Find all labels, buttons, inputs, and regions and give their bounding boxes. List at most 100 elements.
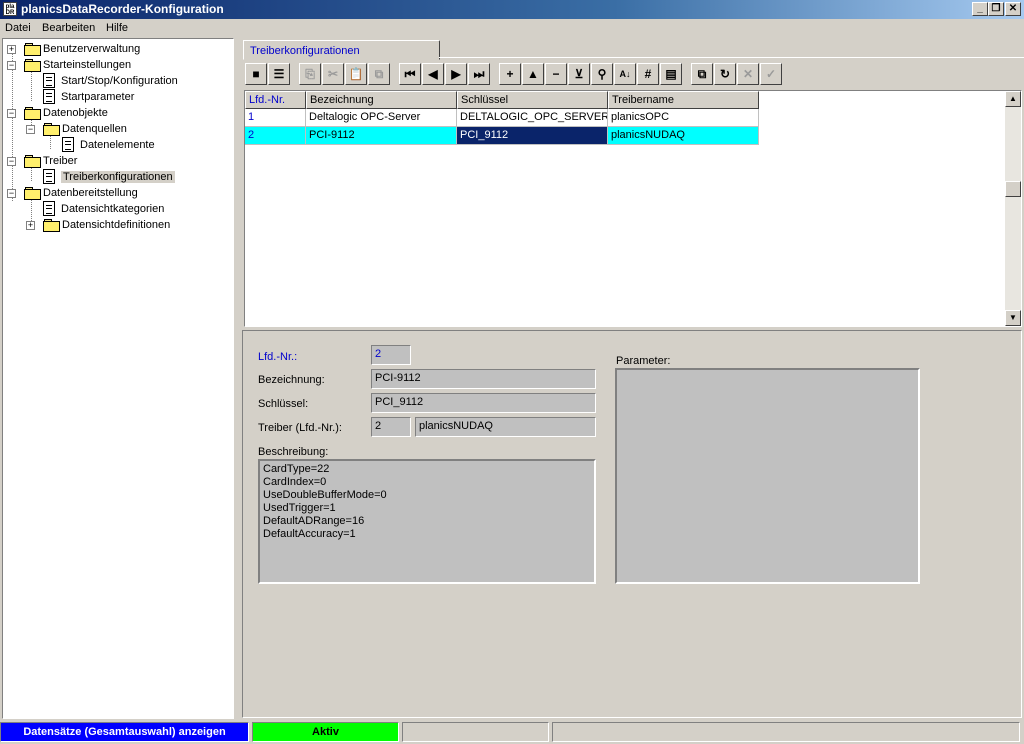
scroll-up-icon[interactable]: ▲ bbox=[1005, 91, 1021, 107]
detail-form: Lfd.-Nr.: 2 Bezeichnung: PCI-9112 Schlüs… bbox=[242, 330, 1022, 718]
cell-schluessel[interactable]: DELTALOGIC_OPC_SERVER bbox=[457, 109, 608, 127]
parameter-textarea[interactable] bbox=[615, 368, 920, 584]
document-icon bbox=[62, 137, 74, 152]
tree-item-label: Datenelemente bbox=[80, 139, 155, 151]
bezeichnung-label: Bezeichnung: bbox=[258, 374, 325, 386]
tree-item-label: Datenquellen bbox=[62, 123, 127, 135]
next-record-icon[interactable]: ▶ bbox=[445, 63, 467, 85]
sort-az-icon[interactable]: A↓ bbox=[614, 63, 636, 85]
open-folder-icon bbox=[24, 59, 41, 72]
beschreibung-label: Beschreibung: bbox=[258, 446, 329, 458]
folder-icon bbox=[24, 43, 41, 56]
open-folder-icon bbox=[24, 187, 41, 200]
tree-item-datenelemente[interactable]: Datenelemente bbox=[62, 137, 222, 153]
menu-datei[interactable]: Datei bbox=[5, 22, 31, 34]
content-area: Treiberkonfigurationen ■ ☰ ⎘ ✂ 📋 ⧉ ⏮ ◀ ▶… bbox=[240, 38, 1024, 719]
menu-bearbeiten[interactable]: Bearbeiten bbox=[42, 22, 95, 34]
tree-item-label: Treiberkonfigurationen bbox=[61, 171, 175, 183]
status-bar: Datensätze (Gesamtauswahl) anzeigen Akti… bbox=[0, 722, 1024, 744]
tree-item-treiber[interactable]: − Treiber bbox=[7, 153, 227, 169]
prev-record-icon[interactable]: ◀ bbox=[422, 63, 444, 85]
number-icon[interactable]: # bbox=[637, 63, 659, 85]
cell-lfd-nr[interactable]: 1 bbox=[245, 109, 306, 127]
menu-hilfe[interactable]: Hilfe bbox=[106, 22, 128, 34]
tree-item-start-stop-konfiguration[interactable]: Start/Stop/Konfiguration bbox=[43, 73, 223, 89]
open-folder-icon bbox=[24, 155, 41, 168]
first-record-icon[interactable]: ⏮ bbox=[399, 63, 421, 85]
app-icon[interactable]: pla DR bbox=[3, 2, 17, 16]
tree-item-treiberkonfigurationen[interactable]: Treiberkonfigurationen bbox=[43, 169, 223, 185]
tree-item-datensichtkategorien[interactable]: Datensichtkategorien bbox=[43, 201, 223, 217]
expand-icon[interactable]: + bbox=[7, 45, 16, 54]
copy-records-icon[interactable]: ⧉ bbox=[691, 63, 713, 85]
expand-icon[interactable]: + bbox=[26, 221, 35, 230]
column-header-bezeichnung[interactable]: Bezeichnung bbox=[306, 91, 457, 109]
collapse-icon[interactable]: − bbox=[26, 125, 35, 134]
tree-item-label: Start/Stop/Konfiguration bbox=[61, 75, 178, 87]
move-down-icon[interactable]: ⊻ bbox=[568, 63, 590, 85]
tab-divider bbox=[439, 57, 1024, 58]
tree-item-label: Startparameter bbox=[61, 91, 135, 103]
minimize-button[interactable]: _ bbox=[972, 2, 988, 16]
tree-item-startparameter[interactable]: Startparameter bbox=[43, 89, 223, 105]
column-header-lfd-nr[interactable]: Lfd.-Nr. bbox=[245, 91, 306, 109]
grid-scrollbar[interactable]: ▲ ▼ bbox=[1005, 91, 1021, 326]
cell-treibername[interactable]: planicsOPC bbox=[608, 109, 759, 127]
cell-bezeichnung[interactable]: Deltalogic OPC-Server bbox=[306, 109, 457, 127]
tree-item-label: Datenobjekte bbox=[43, 107, 108, 119]
tree-item-datensichtdefinitionen[interactable]: + Datensichtdefinitionen bbox=[26, 217, 226, 233]
tree-connector bbox=[31, 69, 32, 101]
paste-special-icon[interactable]: ⧉ bbox=[368, 63, 390, 85]
column-header-treibername[interactable]: Treibername bbox=[608, 91, 759, 109]
cell-treibername[interactable]: planicsNUDAQ bbox=[608, 127, 759, 145]
show-records-status[interactable]: Datensätze (Gesamtauswahl) anzeigen bbox=[0, 722, 249, 742]
collapse-icon[interactable]: − bbox=[7, 157, 16, 166]
confirm-icon[interactable]: ✓ bbox=[760, 63, 782, 85]
treiber-label: Treiber (Lfd.-Nr.): bbox=[258, 422, 342, 434]
tree-item-benutzerverwaltung[interactable]: + Benutzerverwaltung bbox=[7, 41, 227, 57]
cell-bezeichnung[interactable]: PCI-9112 bbox=[306, 127, 457, 145]
cell-lfd-nr[interactable]: 2 bbox=[245, 127, 306, 145]
bezeichnung-field[interactable]: PCI-9112 bbox=[371, 369, 596, 389]
paste-icon[interactable]: 📋 bbox=[345, 63, 367, 85]
search-binoculars-icon[interactable]: ⚲ bbox=[591, 63, 613, 85]
tree-item-label: Treiber bbox=[43, 155, 78, 167]
treiber-name-field[interactable]: planicsNUDAQ bbox=[415, 417, 596, 437]
collapse-icon[interactable]: − bbox=[7, 109, 16, 118]
stop-icon[interactable]: ■ bbox=[245, 63, 267, 85]
scroll-down-icon[interactable]: ▼ bbox=[1005, 310, 1021, 326]
navigation-tree[interactable]: + Benutzerverwaltung − Starteinstellunge… bbox=[2, 38, 234, 719]
cancel-icon[interactable]: ✕ bbox=[737, 63, 759, 85]
schluessel-field[interactable]: PCI_9112 bbox=[371, 393, 596, 413]
tree-item-label: Starteinstellungen bbox=[43, 59, 132, 71]
treiber-nr-field[interactable]: 2 bbox=[371, 417, 411, 437]
tab-treiberkonfigurationen[interactable]: Treiberkonfigurationen bbox=[243, 40, 440, 60]
collapse-icon[interactable]: − bbox=[7, 189, 16, 198]
lfd-nr-field[interactable]: 2 bbox=[371, 345, 411, 365]
schluessel-label: Schlüssel: bbox=[258, 398, 309, 410]
maximize-button[interactable]: ❐ bbox=[988, 2, 1004, 16]
tree-item-starteinstellungen[interactable]: − Starteinstellungen bbox=[7, 57, 227, 73]
delete-record-icon[interactable]: − bbox=[545, 63, 567, 85]
scroll-thumb[interactable] bbox=[1005, 181, 1021, 197]
move-up-icon[interactable]: ▲ bbox=[522, 63, 544, 85]
refresh-icon[interactable]: ↻ bbox=[714, 63, 736, 85]
beschreibung-textarea[interactable]: CardType=22 CardIndex=0 UseDoubleBufferM… bbox=[258, 459, 596, 584]
document-icon bbox=[43, 73, 55, 88]
records-grid[interactable]: Lfd.-Nr. Bezeichnung Schlüssel Treiberna… bbox=[244, 90, 1022, 327]
close-button[interactable]: ✕ bbox=[1005, 2, 1021, 16]
column-header-schluessel[interactable]: Schlüssel bbox=[457, 91, 608, 109]
cut-icon[interactable]: ✂ bbox=[322, 63, 344, 85]
report-icon[interactable]: ▤ bbox=[660, 63, 682, 85]
tree-item-datenbereitstellung[interactable]: − Datenbereitstellung bbox=[7, 185, 227, 201]
window-title: planicsDataRecorder-Konfiguration bbox=[21, 2, 224, 16]
list-icon[interactable]: ☰ bbox=[268, 63, 290, 85]
tree-item-datenquellen[interactable]: − Datenquellen bbox=[26, 121, 226, 137]
last-record-icon[interactable]: ⏭ bbox=[468, 63, 490, 85]
tree-item-datenobjekte[interactable]: − Datenobjekte bbox=[7, 105, 227, 121]
copy-icon[interactable]: ⎘ bbox=[299, 63, 321, 85]
add-record-icon[interactable]: + bbox=[499, 63, 521, 85]
document-icon bbox=[43, 89, 55, 104]
cell-schluessel[interactable]: PCI_9112 bbox=[457, 127, 608, 145]
collapse-icon[interactable]: − bbox=[7, 61, 16, 70]
